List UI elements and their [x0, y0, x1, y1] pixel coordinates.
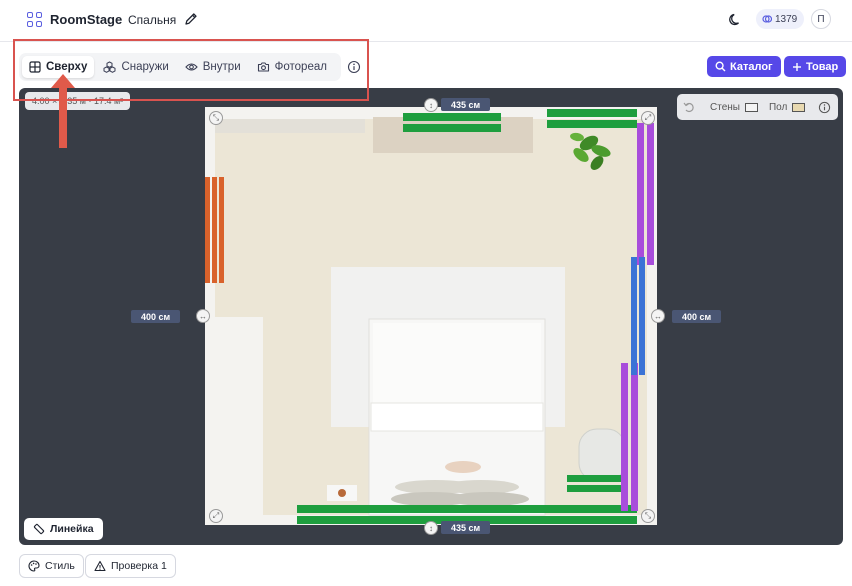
cubes-icon: [103, 61, 116, 73]
tab-inside-view[interactable]: Внутри: [178, 56, 248, 78]
warning-icon: [94, 560, 106, 572]
catalog-button[interactable]: Каталог: [707, 56, 781, 77]
resize-handle-bottom-right[interactable]: ⤡: [641, 509, 655, 523]
tab-label: Внутри: [202, 61, 241, 73]
info-icon[interactable]: [818, 101, 831, 114]
floor-toggle-label[interactable]: Пол: [769, 102, 787, 113]
tab-photoreal-view[interactable]: Фотореал: [250, 56, 334, 78]
check-button[interactable]: Проверка 1: [85, 554, 176, 578]
pencil-icon[interactable]: [184, 12, 198, 26]
eye-icon: [185, 63, 198, 71]
view-mode-tabs: Сверху Снаружи Внутри Фотореал: [19, 53, 341, 81]
room-name: Спальня: [128, 13, 177, 27]
measure-top: 435 см: [441, 98, 491, 111]
info-icon[interactable]: [347, 60, 361, 74]
logo-grid-icon: [27, 12, 42, 27]
floor-plan-canvas[interactable]: 4.00 × 4.35 м · 17.4 м² Стены Пол ⤡ ⤢ ⤢ …: [19, 88, 843, 545]
add-product-button[interactable]: Товар: [784, 56, 847, 77]
tab-label: Снаружи: [121, 61, 169, 73]
wall-handle-right[interactable]: ↔: [651, 309, 665, 323]
room-dimensions-chip: 4.00 × 4.35 м · 17.4 м²: [25, 92, 131, 110]
resize-handle-top-left[interactable]: ⤡: [209, 111, 223, 125]
measure-left: 400 см: [131, 310, 181, 323]
walls-toggle-label[interactable]: Стены: [710, 102, 740, 113]
style-button[interactable]: Стиль: [19, 554, 84, 578]
brand-name: RoomStage: [50, 12, 123, 27]
measure-right: 400 см: [672, 310, 722, 323]
ruler-icon: [33, 523, 45, 535]
coins-count: 1379: [775, 13, 798, 25]
palette-icon: [28, 560, 40, 572]
room-furniture-layer: [205, 109, 654, 525]
tab-top-view[interactable]: Сверху: [22, 56, 95, 78]
tab-label: Фотореал: [274, 61, 327, 73]
moon-icon[interactable]: [728, 12, 743, 27]
plus-icon: [793, 62, 801, 71]
wall-handle-top[interactable]: ↕: [424, 98, 438, 112]
measure-bottom: 435 см: [441, 521, 491, 534]
tab-outside-view[interactable]: Снаружи: [96, 56, 175, 78]
wall-handle-bottom[interactable]: ↕: [424, 521, 438, 535]
canvas-toolbar: Стены Пол: [677, 94, 838, 120]
app-header: RoomStage Спальня 1379 П: [0, 0, 852, 42]
grid-icon: [29, 61, 41, 73]
walls-swatch[interactable]: [744, 102, 758, 112]
search-icon: [715, 61, 726, 72]
coins-icon: [762, 15, 772, 23]
camera-icon: [257, 62, 269, 72]
undo-icon[interactable]: [683, 101, 695, 113]
avatar[interactable]: П: [811, 9, 831, 29]
room-plan[interactable]: ⤡ ⤢ ⤢ ⤡: [205, 107, 657, 525]
resize-handle-bottom-left[interactable]: ⤢: [209, 509, 223, 523]
tab-label: Сверху: [46, 61, 88, 73]
coins-badge[interactable]: 1379: [756, 9, 805, 29]
ruler-button[interactable]: Линейка: [24, 518, 103, 540]
wall-handle-left[interactable]: ↔: [196, 309, 210, 323]
resize-handle-top-right[interactable]: ⤢: [641, 111, 655, 125]
floor-swatch[interactable]: [792, 102, 806, 112]
